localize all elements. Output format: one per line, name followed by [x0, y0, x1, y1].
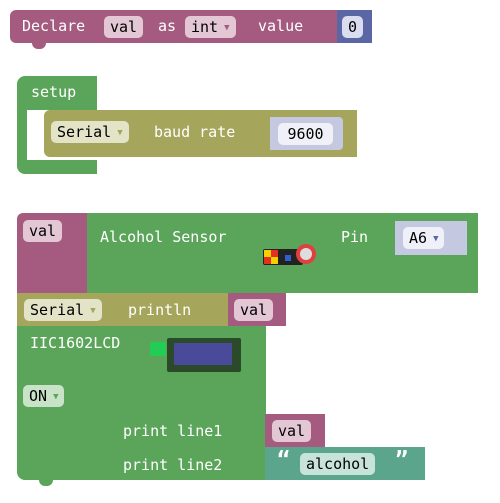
number-field[interactable]: 0: [342, 16, 364, 38]
alcohol-sensor-block[interactable]: Alcohol Sensor Pin A6 ▼: [87, 213, 478, 293]
declare-block[interactable]: Declare val as int ▼ value: [10, 10, 340, 49]
serial-println-block[interactable]: Serial ▼ println: [17, 293, 229, 326]
open-quote-icon: “: [277, 448, 291, 473]
line1-variable-block[interactable]: val: [265, 414, 325, 447]
var-field[interactable]: val: [272, 420, 312, 442]
baud-number-block[interactable]: 9600: [270, 117, 343, 150]
sensor-label: Alcohol Sensor: [100, 228, 227, 246]
lcd-block[interactable]: IIC1602LCD ON ▼ print line1 print line2: [17, 326, 266, 486]
dropdown-arrow-icon: ▼: [117, 128, 123, 138]
type-value: int: [191, 18, 219, 36]
state-value: ON: [29, 387, 48, 405]
type-dropdown[interactable]: int ▼: [185, 16, 236, 38]
pin-label: Pin: [341, 228, 369, 246]
pin-dropdown[interactable]: A6 ▼: [403, 227, 445, 249]
number-block[interactable]: 0: [337, 10, 372, 43]
pin-value: A6: [409, 229, 428, 247]
dropdown-arrow-icon: ▼: [53, 392, 59, 402]
dropdown-arrow-icon: ▼: [433, 234, 439, 244]
line2-label: print line2: [123, 456, 223, 474]
println-label: println: [128, 301, 192, 319]
lcd-state-dropdown[interactable]: ON ▼: [23, 385, 65, 407]
var-field[interactable]: val: [234, 299, 274, 321]
baud-field[interactable]: 9600: [278, 123, 333, 145]
dropdown-arrow-icon: ▼: [224, 23, 230, 33]
var-field[interactable]: val: [23, 220, 63, 242]
text-block[interactable]: “ alcohol ”: [265, 447, 425, 480]
lcd-label: IIC1602LCD: [30, 334, 121, 352]
value-label: value: [258, 17, 304, 35]
serial-baud-block[interactable]: Serial ▼ baud rate 9600: [44, 110, 357, 157]
as-label: as: [158, 17, 177, 35]
close-quote-icon: ”: [395, 448, 409, 473]
dropdown-arrow-icon: ▼: [90, 306, 96, 316]
var-name-field[interactable]: val: [104, 16, 144, 38]
alcohol-sensor-image: [263, 243, 316, 271]
baud-label: baud rate: [154, 123, 236, 141]
variable-set-block[interactable]: val: [17, 213, 89, 293]
declare-label: Declare: [22, 17, 86, 35]
text-field[interactable]: alcohol: [300, 453, 376, 475]
serial-dropdown[interactable]: Serial ▼: [24, 299, 102, 321]
variable-get-block[interactable]: val: [228, 293, 286, 326]
serial-dropdown[interactable]: Serial ▼: [51, 121, 129, 143]
block-notch: [32, 43, 46, 49]
block-notch: [39, 480, 53, 486]
setup-label: setup: [31, 83, 77, 101]
line1-label: print line1: [123, 422, 223, 440]
serial-value: Serial: [57, 123, 112, 141]
serial-value: Serial: [30, 301, 85, 319]
lcd-module-image: [150, 338, 242, 372]
pin-block[interactable]: A6 ▼: [395, 221, 467, 255]
